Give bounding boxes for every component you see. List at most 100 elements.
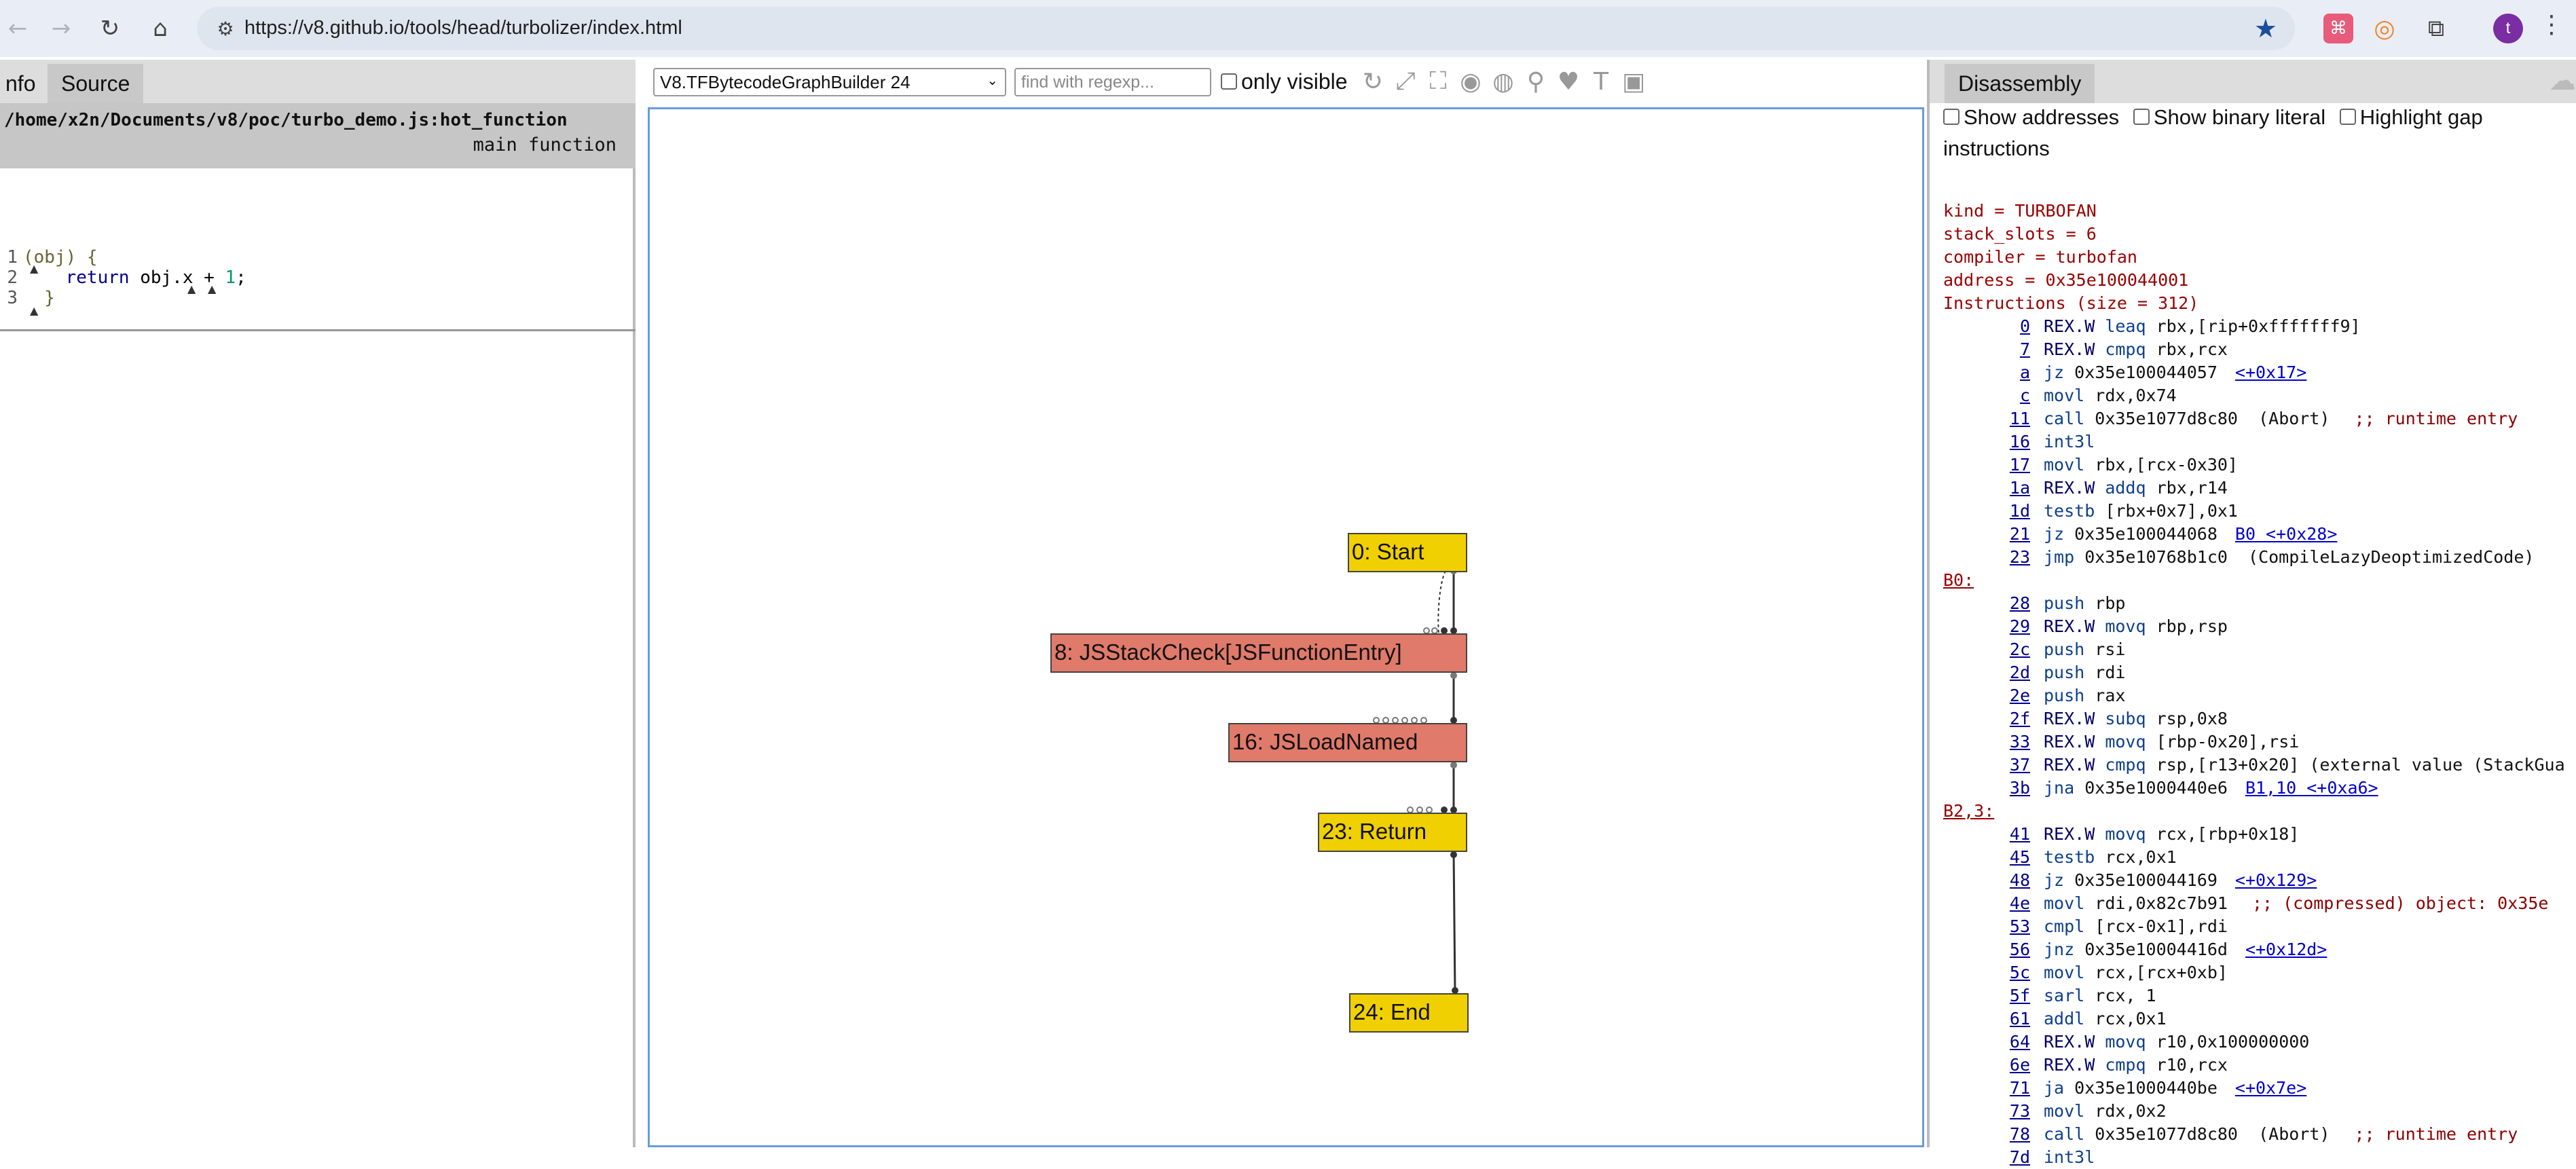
instruction-offset[interactable]: 2e xyxy=(1943,684,2030,707)
graph-node-end[interactable]: 24: End xyxy=(1349,993,1469,1033)
tab-source[interactable]: Source xyxy=(48,64,144,103)
checkbox[interactable] xyxy=(2339,108,2356,125)
position-marker-icon[interactable]: ▲ xyxy=(30,262,38,275)
input-port[interactable] xyxy=(1423,627,1430,634)
instruction-offset[interactable]: 11 xyxy=(1943,407,2030,430)
instruction-row[interactable]: 2d push rdi xyxy=(1943,661,2575,684)
jump-target-link[interactable]: B0 <+0x28> xyxy=(2235,524,2338,544)
instruction-offset[interactable]: 71 xyxy=(1943,1077,2030,1100)
only-visible-checkbox[interactable]: only visible xyxy=(1221,69,1348,94)
jump-target-link[interactable]: <+0x12d> xyxy=(2245,940,2327,959)
instruction-row[interactable]: 64 REX.W movq r10,0x100000000 xyxy=(1943,1031,2575,1054)
instruction-row[interactable]: 33 REX.W movq [rbp-0x20],rsi xyxy=(1943,730,2575,754)
instruction-offset[interactable]: 21 xyxy=(1943,523,2030,546)
instruction-row[interactable]: 21 jz 0x35e100044068 B0 <+0x28> xyxy=(1943,523,2575,546)
url-text[interactable]: https://v8.github.io/tools/head/turboliz… xyxy=(244,17,682,39)
block-label[interactable]: B2,3: xyxy=(1943,800,2575,823)
layout-icon[interactable]: ↻ xyxy=(1358,67,1388,96)
phase-select[interactable]: V8.TFBytecodeGraphBuilder 24 ⌄ xyxy=(653,68,1006,96)
instruction-row[interactable]: a jz 0x35e100044057 <+0x17> xyxy=(1943,361,2575,384)
graph-node-start[interactable]: 0: Start xyxy=(1348,533,1467,572)
jump-target-link[interactable]: <+0x129> xyxy=(2235,870,2317,890)
instruction-offset[interactable]: 56 xyxy=(1943,938,2030,961)
extension-icon[interactable]: ⌘ xyxy=(2323,14,2353,43)
instruction-offset[interactable]: 33 xyxy=(1943,730,2030,754)
instruction-row[interactable]: 16 int3l xyxy=(1943,430,2575,453)
tab-disassembly[interactable]: Disassembly xyxy=(1945,64,2095,103)
highlight-gap-option[interactable]: Highlight gap xyxy=(2339,105,2483,129)
output-port[interactable] xyxy=(1450,762,1457,768)
instruction-offset[interactable]: 16 xyxy=(1943,430,2030,453)
instruction-row[interactable]: 56 jnz 0x35e10004416d <+0x12d> xyxy=(1943,938,2575,961)
instruction-row[interactable]: 41 REX.W movq rcx,[rbp+0x18] xyxy=(1943,823,2575,846)
instruction-row[interactable]: 4e movl rdi,0x82c7b91;; (compressed) obje… xyxy=(1943,892,2575,915)
instruction-row[interactable]: 11 call 0x35e1077d8c80 (Abort);; runtime … xyxy=(1943,407,2575,430)
instruction-row[interactable]: 2e push rax xyxy=(1943,684,2575,707)
checkbox[interactable] xyxy=(1221,73,1237,90)
forward-arrow-icon[interactable]: → xyxy=(43,11,79,46)
graph-canvas[interactable]: 0: Start 8: JSStackCheck[JSFunctionEntry… xyxy=(648,107,1924,1147)
instruction-row[interactable]: 45 testb rcx,0x1 xyxy=(1943,846,2575,869)
input-port[interactable] xyxy=(1411,717,1418,724)
instruction-offset[interactable]: 7 xyxy=(1943,338,2030,361)
instruction-row[interactable]: 5c movl rcx,[rcx+0xb] xyxy=(1943,961,2575,984)
show-binary-literal-option[interactable]: Show binary literal xyxy=(2133,105,2325,129)
heart-icon[interactable]: ♥ xyxy=(1553,67,1583,96)
instruction-row[interactable]: 61 addl rcx,0x1 xyxy=(1943,1007,2575,1031)
instruction-row[interactable]: 71 ja 0x35e1000440be <+0x7e> xyxy=(1943,1077,2575,1100)
instruction-row[interactable]: 53 cmpl [rcx-0x1],rdi xyxy=(1943,915,2575,938)
input-port[interactable] xyxy=(1401,717,1408,724)
output-port[interactable] xyxy=(1450,672,1457,679)
instruction-offset[interactable]: 37 xyxy=(1943,754,2030,777)
search-input[interactable] xyxy=(1014,68,1211,96)
instruction-offset[interactable]: 2c xyxy=(1943,638,2030,661)
block-label[interactable]: B0: xyxy=(1943,569,2575,592)
instruction-offset[interactable]: 5f xyxy=(1943,984,2030,1007)
instruction-row[interactable]: 17 movl rbx,[rcx-0x30] xyxy=(1943,453,2575,477)
jump-target-link[interactable]: B1,10 <+0xa6> xyxy=(2245,778,2378,798)
instruction-offset[interactable]: 41 xyxy=(1943,823,2030,846)
input-port[interactable] xyxy=(1382,717,1389,724)
star-icon[interactable]: ★ xyxy=(2254,14,2277,43)
instruction-offset[interactable]: 2f xyxy=(1943,707,2030,730)
instruction-offset[interactable]: 73 xyxy=(1943,1100,2030,1123)
search-icon[interactable]: ⚲ xyxy=(1521,67,1551,96)
instruction-row[interactable]: 1d testb [rbx+0x7],0x1 xyxy=(1943,500,2575,523)
more-vert-icon[interactable]: ⋮ xyxy=(2539,11,2564,39)
instruction-offset[interactable]: 53 xyxy=(1943,915,2030,938)
checkbox[interactable] xyxy=(1943,108,1959,125)
instruction-offset[interactable]: 48 xyxy=(1943,869,2030,892)
input-port[interactable] xyxy=(1373,717,1380,724)
input-port[interactable] xyxy=(1420,717,1427,724)
jump-target-link[interactable]: <+0x7e> xyxy=(2235,1078,2306,1098)
save-icon[interactable]: ▣ xyxy=(1619,67,1649,96)
instruction-row[interactable]: c movl rdx,0x74 xyxy=(1943,384,2575,407)
reload-icon[interactable]: ↻ xyxy=(92,11,128,46)
toggle-hide-icon[interactable]: ◉ xyxy=(1456,67,1486,96)
tab-info[interactable]: nfo xyxy=(0,64,50,103)
checkbox[interactable] xyxy=(2133,108,2150,125)
hide-selected-icon[interactable]: ◍ xyxy=(1488,67,1518,96)
output-port[interactable] xyxy=(1450,851,1457,858)
input-port[interactable] xyxy=(1426,806,1433,813)
instruction-row[interactable]: 2c push rsi xyxy=(1943,638,2575,661)
code-line[interactable]: 3 } xyxy=(0,288,55,310)
instruction-offset[interactable]: 61 xyxy=(1943,1007,2030,1031)
instruction-row[interactable]: 23 jmp 0x35e10768b1c0 (CompileLazyDeoptim… xyxy=(1943,546,2575,569)
instruction-offset[interactable]: 6e xyxy=(1943,1054,2030,1077)
instruction-row[interactable]: 28 push rbp xyxy=(1943,592,2575,615)
position-marker-icon[interactable]: ▲ xyxy=(30,304,38,317)
graph-node-return[interactable]: 23: Return xyxy=(1318,813,1467,852)
instruction-offset[interactable]: 4e xyxy=(1943,892,2030,915)
instruction-offset[interactable]: 45 xyxy=(1943,846,2030,869)
home-icon[interactable]: ⌂ xyxy=(143,11,178,46)
input-port[interactable] xyxy=(1416,806,1423,813)
instruction-offset[interactable]: 64 xyxy=(1943,1031,2030,1054)
graph-node-jsloadnamed[interactable]: 16: JSLoadNamed xyxy=(1228,723,1467,762)
instruction-offset[interactable]: 2d xyxy=(1943,661,2030,684)
instruction-offset[interactable]: 1d xyxy=(1943,500,2030,523)
instruction-row[interactable]: 3b jna 0x35e1000440e6 B1,10 <+0xa6> xyxy=(1943,777,2575,800)
show-all-icon[interactable]: ⤢ xyxy=(1391,67,1420,96)
instruction-row[interactable]: 78 call 0x35e1077d8c80 (Abort);; runtime … xyxy=(1943,1123,2575,1146)
instruction-row[interactable]: 5f sarl rcx, 1 xyxy=(1943,984,2575,1007)
